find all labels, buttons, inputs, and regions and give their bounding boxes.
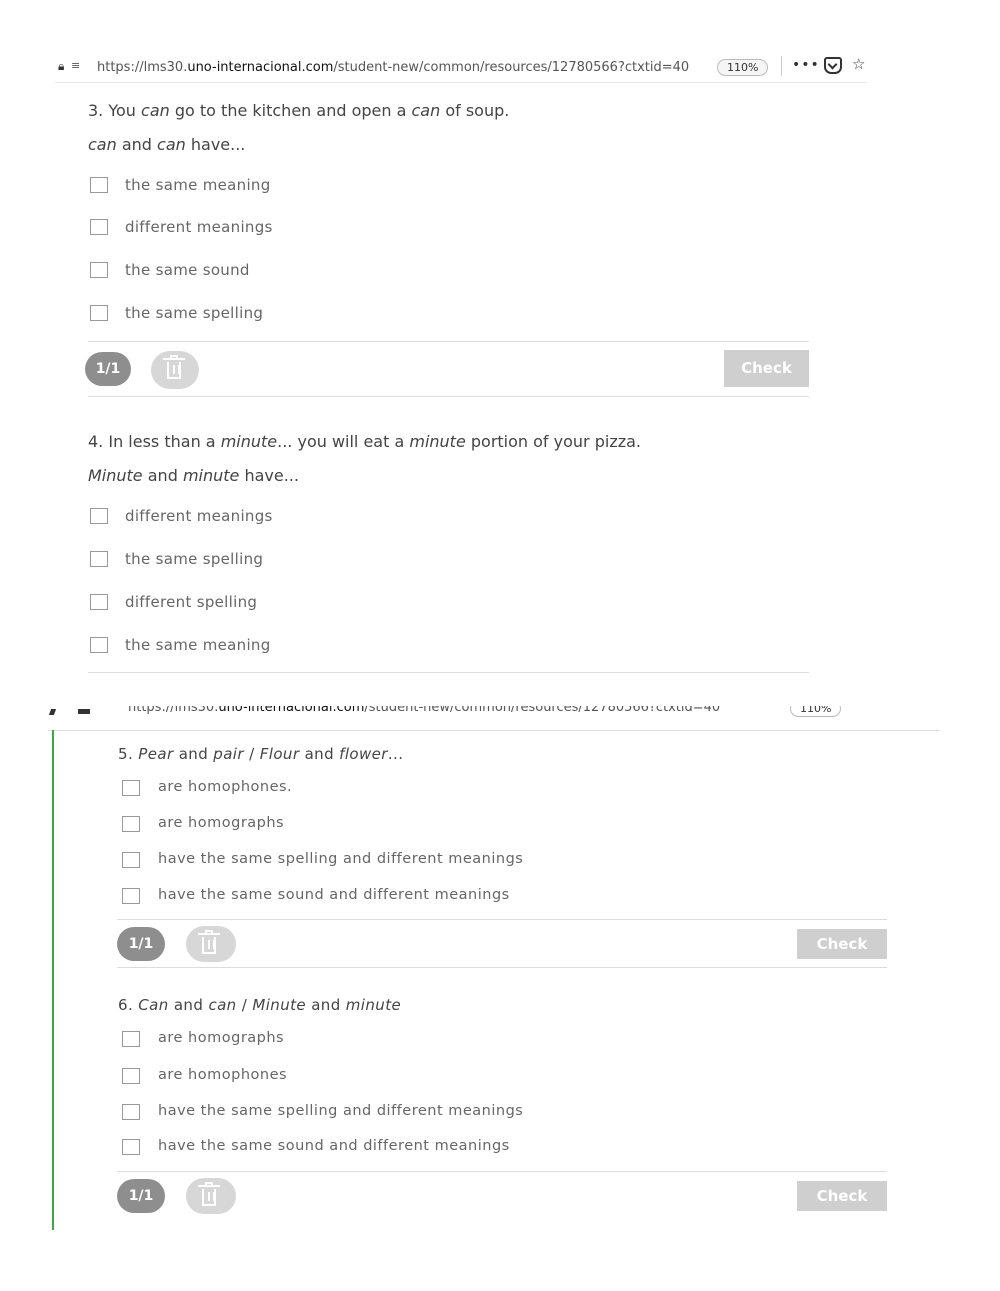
checkbox[interactable] xyxy=(122,852,140,868)
clear-answer-button[interactable] xyxy=(186,1178,236,1214)
browser-address-bar-cropped: https://lms30.uno-internacional.com/stud… xyxy=(48,706,940,731)
checkbox[interactable] xyxy=(90,219,108,235)
permissions-icon[interactable] xyxy=(78,709,90,714)
question-3-prompt: can and can have... xyxy=(88,135,246,154)
zoom-level-button[interactable]: 110% xyxy=(790,706,842,717)
question-6-title: 6. Can and can / Minute and minute xyxy=(118,996,402,1014)
url-path: /student-new/common/resources/12780566?c… xyxy=(333,60,690,75)
check-button[interactable]: Check xyxy=(797,929,887,959)
checkbox[interactable] xyxy=(90,551,108,567)
clear-answer-button[interactable] xyxy=(151,351,199,389)
q3-option-3[interactable]: the same sound xyxy=(90,261,490,283)
url-field[interactable]: https://lms30.uno-internacional.com/stud… xyxy=(97,60,689,75)
attempt-counter: 1/1 xyxy=(85,352,131,386)
question-4-title: 4. In less than a minute... you will eat… xyxy=(88,432,641,451)
q6-option-2[interactable]: are homophones xyxy=(122,1067,622,1089)
q5-option-1[interactable]: are homophones. xyxy=(122,779,622,801)
q4-option-4[interactable]: the same meaning xyxy=(90,636,490,658)
attempt-counter: 1/1 xyxy=(117,1179,165,1213)
q6-option-3[interactable]: have the same spelling and different mea… xyxy=(122,1103,622,1125)
q5-option-2[interactable]: are homographs xyxy=(122,815,622,837)
url-prefix: https://lms30. xyxy=(97,60,188,75)
question-3-title: 3. You can go to the kitchen and open a … xyxy=(88,101,510,120)
checkbox[interactable] xyxy=(90,594,108,610)
url-field[interactable]: https://lms30.uno-internacional.com/stud… xyxy=(128,706,720,715)
q3-option-1[interactable]: the same meaning xyxy=(90,176,490,198)
q3-option-2[interactable]: different meanings xyxy=(90,218,490,240)
checkbox[interactable] xyxy=(122,780,140,796)
q4-option-3[interactable]: different spelling xyxy=(90,593,490,615)
page-actions-menu-icon[interactable]: ••• xyxy=(792,57,820,73)
bookmark-star-icon[interactable]: ☆ xyxy=(852,55,865,73)
lock-icon[interactable]: 🔒︎ xyxy=(58,59,64,74)
q5-option-3[interactable]: have the same spelling and different mea… xyxy=(122,851,622,873)
divider xyxy=(88,396,809,397)
divider xyxy=(117,967,887,968)
permissions-icon[interactable]: ≡ xyxy=(71,59,80,72)
toolbar-divider xyxy=(781,56,782,76)
q4-option-2[interactable]: the same spelling xyxy=(90,550,490,572)
checkbox[interactable] xyxy=(122,1104,140,1120)
question-5-title: 5. Pear and pair / Flour and flower... xyxy=(118,745,404,763)
q4-option-1[interactable]: different meanings xyxy=(90,507,490,529)
checkbox[interactable] xyxy=(90,177,108,193)
checkbox[interactable] xyxy=(90,262,108,278)
q5-option-4[interactable]: have the same sound and different meanin… xyxy=(122,887,622,909)
active-section-indicator xyxy=(52,730,54,1230)
checkbox[interactable] xyxy=(90,508,108,524)
url-domain: uno-internacional.com xyxy=(187,60,334,75)
checkbox[interactable] xyxy=(122,1139,140,1155)
q3-option-4[interactable]: the same spelling xyxy=(90,304,490,326)
clear-answer-button[interactable] xyxy=(186,926,236,962)
divider xyxy=(117,1171,887,1172)
divider xyxy=(88,672,809,673)
browser-address-bar: 🔒︎ ≡ https://lms30.uno-internacional.com… xyxy=(55,55,867,83)
q6-option-4[interactable]: have the same sound and different meanin… xyxy=(122,1138,622,1160)
checkbox[interactable] xyxy=(122,1068,140,1084)
checkbox[interactable] xyxy=(122,888,140,904)
attempt-counter: 1/1 xyxy=(117,927,165,961)
checkbox[interactable] xyxy=(122,1031,140,1047)
pocket-icon[interactable] xyxy=(824,57,842,74)
checkbox[interactable] xyxy=(90,305,108,321)
question-4-prompt: Minute and minute have... xyxy=(88,466,299,485)
divider xyxy=(117,919,887,920)
check-button[interactable]: Check xyxy=(797,1181,887,1211)
zoom-level-button[interactable]: 110% xyxy=(717,59,769,76)
checkbox[interactable] xyxy=(90,637,108,653)
checkbox[interactable] xyxy=(122,816,140,832)
check-button[interactable]: Check xyxy=(724,350,809,387)
back-icon[interactable] xyxy=(48,709,57,715)
divider xyxy=(88,341,809,342)
q6-option-1[interactable]: are homographs xyxy=(122,1030,622,1052)
